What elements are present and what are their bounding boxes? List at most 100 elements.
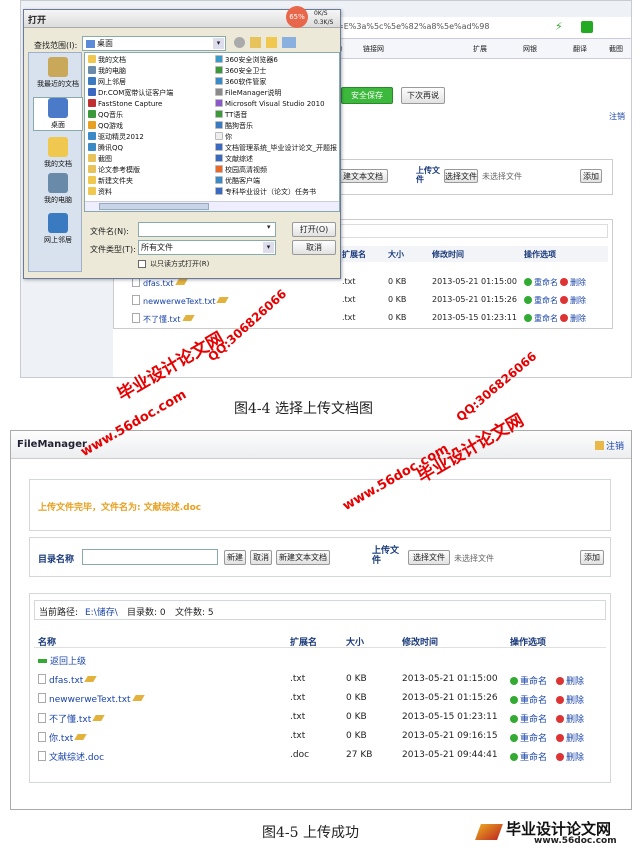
rename-action[interactable]: 重命名 [510, 731, 547, 744]
rename-action[interactable]: 重命名 [510, 750, 547, 763]
rename-action[interactable]: 重命名 [524, 313, 558, 324]
filetype-select[interactable]: 所有文件 ▾ [138, 240, 276, 255]
file-name[interactable]: 文献综述.doc [38, 750, 104, 763]
toolbar-item-3[interactable]: 网银 [523, 44, 537, 54]
logout-link[interactable]: 注销 [595, 439, 624, 452]
place-recent[interactable]: 我最近的文档 [33, 57, 83, 89]
lookin-select[interactable]: 桌面 ▾ [82, 36, 226, 51]
chevron-down-icon[interactable]: ▾ [213, 38, 224, 49]
back-link[interactable]: 返回上级 [38, 654, 86, 667]
edit-icon[interactable] [181, 315, 195, 321]
rename-action[interactable]: 重命名 [510, 674, 547, 687]
delete-action[interactable]: 删除 [556, 750, 584, 763]
file-list-item[interactable]: 网上邻居 [88, 77, 126, 87]
file-name[interactable]: 不了懂.txt [38, 712, 105, 725]
file-list-item[interactable]: QQ音乐 [88, 110, 123, 120]
file-list-item[interactable]: 截图 [88, 154, 112, 164]
cancel-button[interactable]: 取消 [250, 550, 272, 565]
path-bar: 当前路径: E:\储存\ 目录数: 0 文件数: 5 [34, 600, 606, 620]
cancel-button[interactable]: 取消 [292, 240, 336, 255]
file-list-item[interactable]: 论文参考模版 [88, 165, 140, 175]
file-list-item[interactable]: FastStone Capture [88, 99, 162, 108]
delete-action[interactable]: 删除 [560, 277, 586, 288]
file-list-item[interactable]: 文献综述 [215, 154, 253, 164]
file-list-item[interactable]: 新建文件夹 [88, 176, 133, 186]
dir-name-input[interactable] [82, 549, 218, 565]
file-list-item[interactable]: QQ游戏 [88, 121, 123, 131]
delete-action[interactable]: 删除 [560, 313, 586, 324]
delete-action[interactable]: 删除 [560, 295, 586, 306]
new-folder-icon[interactable] [266, 37, 277, 48]
file-list-item[interactable]: 360安全卫士 [215, 66, 266, 76]
choose-file-button[interactable]: 选择文件 [408, 550, 450, 565]
place-my-docs[interactable]: 我的文档 [33, 137, 83, 169]
new-dir-button[interactable]: 新建 [224, 550, 246, 565]
file-list-item[interactable]: FileManager说明 [215, 88, 281, 98]
file-list-item[interactable]: 校园高清视频 [215, 165, 267, 175]
file-name[interactable]: dfas.txt [38, 674, 98, 686]
edit-icon[interactable] [131, 695, 145, 701]
file-list-item[interactable]: 360软件管家 [215, 77, 266, 87]
rename-action[interactable]: 重命名 [510, 693, 547, 706]
file-list-item[interactable]: Microsoft Visual Studio 2010 [215, 99, 325, 108]
toolbar-item-5[interactable]: 截图 [609, 44, 623, 54]
file-list-item[interactable]: 驱动精灵2012 [88, 132, 144, 142]
place-network[interactable]: 网上邻居 [33, 213, 83, 245]
horizontal-scrollbar[interactable] [85, 201, 339, 211]
toolbar-item-1[interactable]: 链接网 [363, 44, 384, 54]
edit-icon[interactable] [84, 676, 98, 682]
edit-icon[interactable] [216, 297, 230, 303]
browser-address-bar[interactable]: =E%3a%5c%5e%82%a8%5e%ad%98 ⚡ [333, 17, 631, 39]
go-icon[interactable]: ⚡ [555, 20, 563, 33]
rename-action[interactable]: 重命名 [510, 712, 547, 725]
filename-input[interactable] [138, 222, 276, 237]
later-button[interactable]: 下次再说 [401, 87, 445, 104]
logout-link[interactable]: 注销 [609, 111, 625, 122]
place-desktop[interactable]: 桌面 [33, 97, 83, 131]
delete-action[interactable]: 删除 [556, 712, 584, 725]
place-my-computer[interactable]: 我的电脑 [33, 173, 83, 205]
edit-icon[interactable] [174, 279, 188, 285]
rename-action[interactable]: 重命名 [524, 277, 558, 288]
scrollbar-thumb[interactable] [99, 203, 209, 210]
edit-icon[interactable] [74, 734, 87, 740]
up-folder-icon[interactable] [250, 37, 261, 48]
file-name[interactable]: 你.txt [38, 731, 87, 744]
back-icon[interactable] [234, 37, 245, 48]
file-list-item[interactable]: TT语音 [215, 110, 247, 120]
create-text-doc-button[interactable]: 建文本文档 [338, 169, 388, 183]
delete-action[interactable]: 删除 [556, 674, 584, 687]
file-list-item[interactable]: 优酷客户端 [215, 176, 260, 186]
add-button[interactable]: 添加 [580, 550, 604, 565]
file-list-item[interactable]: 我的文档 [88, 55, 126, 65]
toolbar-item-4[interactable]: 翻译 [573, 44, 587, 54]
new-text-doc-button[interactable]: 新建文本文档 [276, 550, 330, 565]
file-name[interactable]: newwerweText.txt [132, 295, 230, 306]
edit-icon[interactable] [92, 715, 105, 721]
open-button[interactable]: 打开(O) [292, 222, 336, 237]
file-list-item[interactable]: 专科毕业设计（论文）任务书 [215, 187, 316, 197]
file-list-item[interactable]: 文档管理系统_毕业设计论文_开题报 [215, 143, 337, 153]
file-list-item[interactable]: 你 [215, 132, 232, 142]
delete-action[interactable]: 删除 [556, 731, 584, 744]
rename-action[interactable]: 重命名 [524, 295, 558, 306]
file-list-item[interactable]: 我的电脑 [88, 66, 126, 76]
choose-file-button[interactable]: 选择文件 [444, 169, 478, 183]
file-name[interactable]: newwerweText.txt [38, 693, 145, 705]
secure-save-button[interactable]: 安全保存 [341, 87, 393, 104]
file-list-item[interactable]: 360安全浏览器6 [215, 55, 278, 65]
add-button[interactable]: 添加 [580, 169, 602, 183]
filename-dropdown-icon[interactable]: ▾ [267, 223, 271, 231]
delete-action[interactable]: 删除 [556, 693, 584, 706]
search-engine-icon[interactable] [581, 21, 593, 33]
file-name[interactable]: 不了懂.txt [132, 313, 195, 325]
toolbar-item-2[interactable]: 扩展 [473, 44, 487, 54]
file-list-item[interactable]: 资料 [88, 187, 112, 197]
readonly-checkbox[interactable] [138, 260, 146, 268]
chevron-down-icon[interactable]: ▾ [263, 242, 274, 253]
view-menu-icon[interactable] [282, 37, 296, 48]
file-list-item[interactable]: 腾讯QQ [88, 143, 123, 153]
file-list-item[interactable]: Dr.COM宽带认证客户端 [88, 88, 173, 98]
path-link[interactable]: E:\储存\ [85, 605, 118, 618]
file-list-item[interactable]: 酷狗音乐 [215, 121, 253, 131]
